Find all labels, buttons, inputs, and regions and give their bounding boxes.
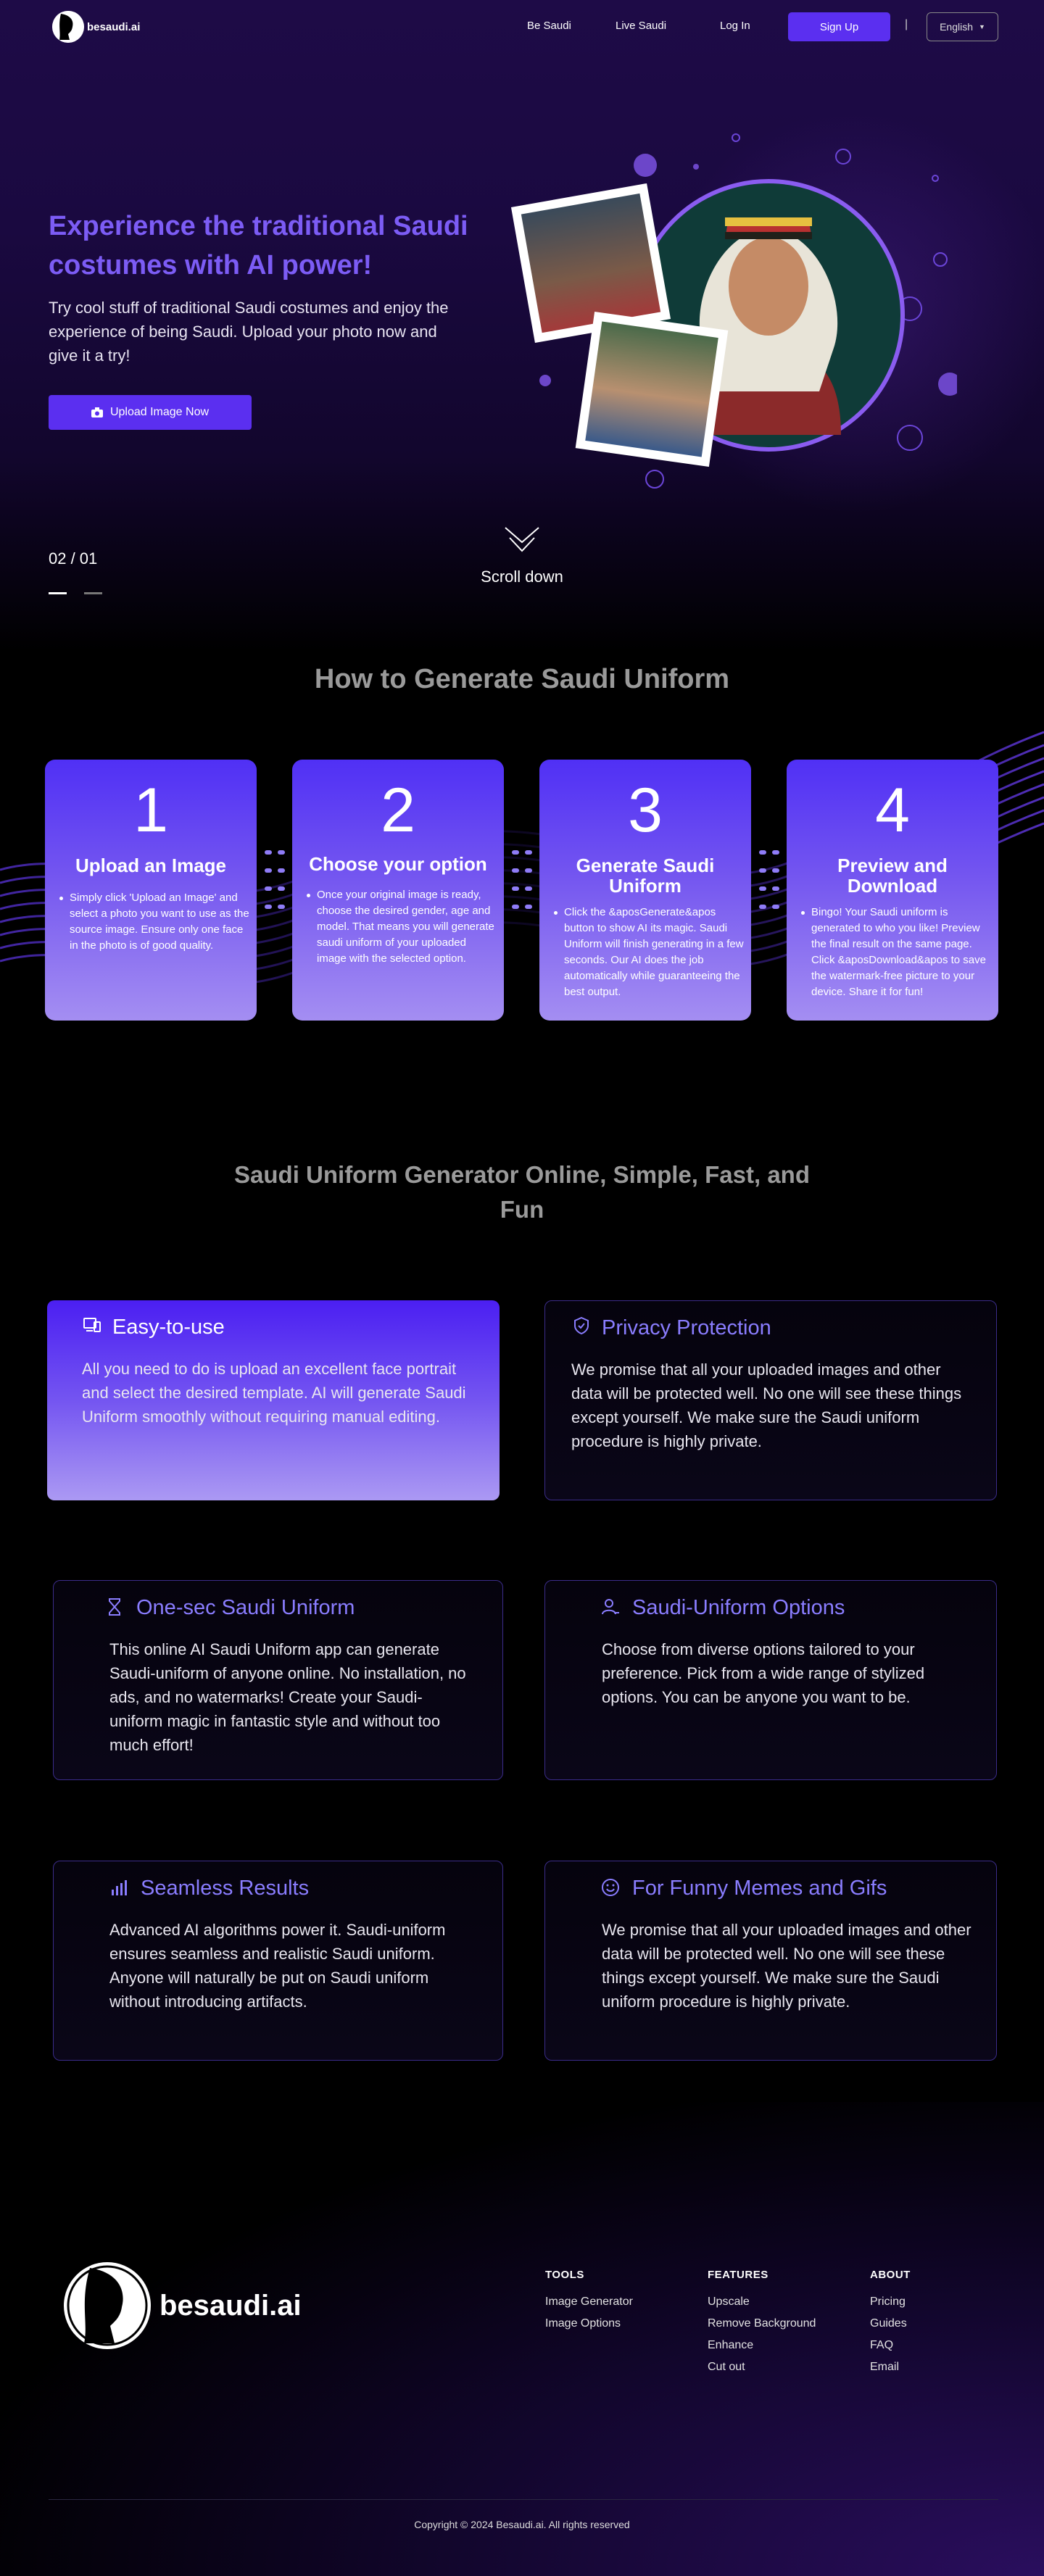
devices-icon	[83, 1318, 101, 1332]
copyright: Copyright © 2024 Besaudi.ai. All rights …	[414, 2519, 630, 2530]
face-logo-icon	[52, 11, 84, 43]
hero-title: Experience the traditional Saudi costume…	[49, 211, 468, 281]
step-card-4: 4 Preview and Download Bingo! Your Saudi…	[787, 760, 998, 1021]
feature-title: Seamless Results	[141, 1877, 310, 1900]
feature-title: One-sec Saudi Uniform	[136, 1596, 355, 1619]
step-text: Bingo! Your Saudi uniform is generated t…	[801, 905, 991, 1000]
feature-card-memes: For Funny Memes and Gifs We promise that…	[544, 1861, 997, 2061]
footer-brand[interactable]: besaudi.ai	[62, 2261, 302, 2351]
scroll-down-label: Scroll down	[481, 568, 563, 586]
footer-column-tools: TOOLS Image Generator Image Options	[545, 2269, 633, 2330]
feature-card-seamless: Seamless Results Advanced AI algorithms …	[53, 1861, 503, 2061]
feature-card-privacy: Privacy Protection We promise that all y…	[544, 1300, 997, 1500]
footer-link[interactable]: Image Generator	[545, 2295, 633, 2309]
shield-check-icon	[574, 1316, 589, 1335]
footer-column-about: ABOUT Pricing Guides FAQ Email	[870, 2269, 911, 2374]
face-logo-icon	[64, 2262, 151, 2349]
upload-button-label: Upload Image Now	[109, 406, 210, 418]
step-connector	[265, 850, 285, 909]
step-text: Click the &aposGenerate&apos button to s…	[554, 905, 744, 1000]
hero-illustration	[508, 130, 961, 507]
footer-link[interactable]: Upscale	[708, 2295, 816, 2309]
smile-icon	[602, 1879, 619, 1896]
nav-log-in[interactable]: Log In	[720, 20, 750, 32]
nav-separator: |	[905, 18, 908, 30]
step-connector	[759, 850, 779, 909]
step-card-1: 1 Upload an Image Simply click 'Upload a…	[45, 760, 257, 1021]
step-title: Choose your option	[309, 853, 487, 875]
footer-column-title: ABOUT	[870, 2269, 911, 2281]
step-number: 4	[875, 776, 910, 845]
step-title: Generate Saudi Uniform	[576, 855, 715, 897]
footer-link[interactable]: Guides	[870, 2317, 911, 2330]
footer-column-title: TOOLS	[545, 2269, 584, 2281]
slide-indicator-active[interactable]	[49, 592, 67, 594]
brand-name: besaudi.ai	[87, 20, 141, 33]
hero-subtitle: Try cool stuff of traditional Saudi cost…	[49, 299, 449, 365]
step-title: Preview and Download	[837, 855, 948, 897]
feature-card-one-sec: One-sec Saudi Uniform This online AI Sau…	[53, 1580, 503, 1780]
feature-title: Privacy Protection	[602, 1316, 771, 1339]
features-title: Saudi Uniform Generator Online, Simple, …	[234, 1161, 810, 1223]
slide-counter: 02 / 01	[49, 549, 98, 568]
feature-card-options: Saudi-Uniform Options Choose from divers…	[544, 1580, 997, 1780]
footer-brand-name: besaudi.ai	[160, 2289, 302, 2322]
footer-link[interactable]: Email	[870, 2361, 911, 2374]
footer-link[interactable]: Remove Background	[708, 2317, 816, 2330]
sign-up-button[interactable]: Sign Up	[788, 12, 890, 41]
photo-polaroid-original	[575, 311, 729, 468]
feature-text: This online AI Saudi Uniform app can gen…	[109, 1640, 466, 1754]
footer-column-features: FEATURES Upscale Remove Background Enhan…	[708, 2269, 816, 2374]
step-connector	[512, 850, 532, 909]
nav-be-saudi[interactable]: Be Saudi	[527, 20, 571, 32]
footer-link[interactable]: Enhance	[708, 2339, 816, 2352]
footer-divider	[49, 2499, 998, 2500]
footer-column-title: FEATURES	[708, 2269, 768, 2281]
footer-link[interactable]: Image Options	[545, 2317, 633, 2330]
step-number: 3	[628, 776, 663, 845]
user-options-icon	[602, 1599, 619, 1615]
feature-card-easy: Easy-to-use All you need to do is upload…	[47, 1300, 500, 1500]
step-number: 2	[381, 776, 415, 845]
step-card-3: 3 Generate Saudi Uniform Click the &apos…	[539, 760, 751, 1021]
step-title: Upload an Image	[75, 855, 227, 876]
step-text: Once your original image is ready, choos…	[307, 887, 497, 967]
upload-image-button[interactable]: Upload Image Now	[49, 395, 252, 430]
nav-live-saudi[interactable]: Live Saudi	[616, 20, 666, 32]
feature-title: Saudi-Uniform Options	[632, 1596, 845, 1619]
hourglass-icon	[109, 1598, 120, 1616]
feature-text: We promise that all your uploaded images…	[602, 1921, 972, 2011]
feature-title: For Funny Memes and Gifs	[632, 1877, 887, 1900]
footer-link[interactable]: Pricing	[870, 2295, 911, 2309]
language-label: English	[940, 21, 973, 33]
how-to-title: How to Generate Saudi Uniform	[314, 664, 730, 694]
bar-chart-icon	[112, 1880, 127, 1895]
feature-title: Easy-to-use	[112, 1316, 225, 1339]
footer-link[interactable]: Cut out	[708, 2361, 816, 2374]
brand-logo[interactable]: besaudi.ai	[52, 11, 140, 43]
chevron-down-icon: ▼	[979, 23, 985, 30]
camera-icon	[91, 407, 103, 417]
step-number: 1	[133, 776, 168, 845]
slide-indicator[interactable]	[84, 592, 102, 594]
step-card-2: 2 Choose your option Once your original …	[292, 760, 504, 1021]
footer-link[interactable]: FAQ	[870, 2339, 911, 2352]
scroll-down-icon[interactable]	[504, 526, 540, 555]
step-text: Simply click 'Upload an Image' and selec…	[59, 890, 249, 954]
feature-text: All you need to do is upload an excellen…	[82, 1360, 466, 1426]
feature-text: Choose from diverse options tailored to …	[602, 1640, 925, 1706]
language-select[interactable]: English ▼	[927, 12, 998, 41]
feature-text: We promise that all your uploaded images…	[571, 1360, 962, 1450]
feature-text: Advanced AI algorithms power it. Saudi-u…	[109, 1921, 446, 2011]
